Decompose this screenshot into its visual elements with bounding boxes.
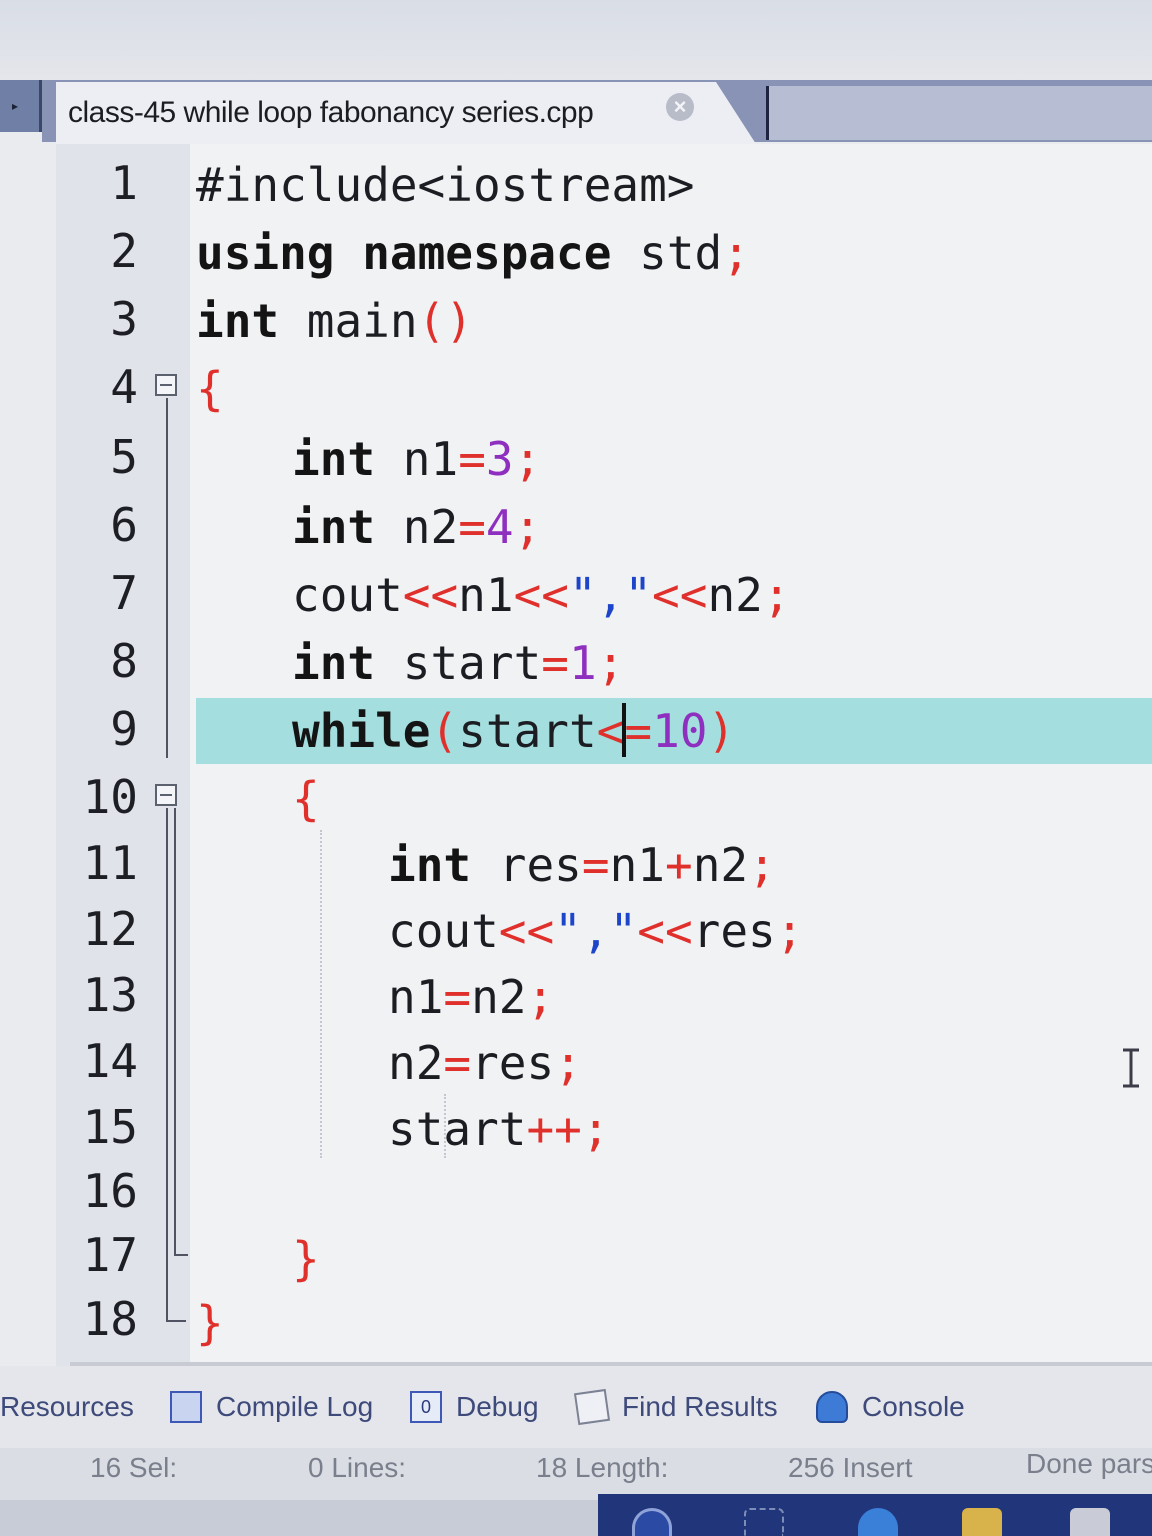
- panel-toggle-arrow-icon[interactable]: ▸: [0, 80, 42, 132]
- fold-guide-line: [166, 398, 168, 758]
- code-line-8: int start=1;: [292, 636, 625, 690]
- code-line-14: n2=res;: [388, 1036, 582, 1090]
- line-number: 7: [110, 566, 138, 620]
- code-line-10: {: [292, 772, 320, 826]
- code-line-6: int n2=4;: [292, 500, 542, 554]
- line-number: 17: [82, 1228, 138, 1282]
- code-line-11: int res=n1+n2;: [388, 838, 776, 892]
- text-cursor-ibeam-icon: [1123, 1048, 1139, 1088]
- tab-bar-empty-area: [766, 86, 1152, 140]
- code-line-5: int n1=3;: [292, 432, 542, 486]
- fold-guide-line: [174, 808, 176, 1256]
- line-number: 4: [110, 360, 138, 414]
- fold-toggle-icon[interactable]: [155, 784, 177, 806]
- debug-icon: 0: [410, 1391, 442, 1423]
- tab-resources[interactable]: Resources: [0, 1385, 134, 1429]
- line-number: 8: [110, 634, 138, 688]
- fold-toggle-icon[interactable]: [155, 374, 177, 396]
- fold-guide-line: [166, 808, 168, 1322]
- code-line-13: n1=n2;: [388, 970, 555, 1024]
- line-number: 12: [82, 902, 138, 956]
- code-line-4: {: [196, 362, 224, 416]
- line-number: 10: [82, 770, 138, 824]
- status-length: 18 Length:: [536, 1452, 669, 1483]
- compile-log-icon: [170, 1391, 202, 1423]
- line-number: 6: [110, 498, 138, 552]
- code-line-9: while(start<=10): [292, 703, 736, 758]
- task-view-icon[interactable]: [744, 1508, 784, 1536]
- tab-console[interactable]: Console: [816, 1385, 965, 1429]
- line-number: 14: [82, 1034, 138, 1088]
- line-number: 5: [110, 430, 138, 484]
- code-line-12: cout<<","<<res;: [388, 904, 804, 958]
- line-number: 13: [82, 968, 138, 1022]
- file-tab[interactable]: class-45 while loop fabonancy series.cpp: [56, 82, 756, 144]
- status-selection: 16 Sel:: [90, 1452, 178, 1483]
- file-explorer-taskbar-icon[interactable]: [962, 1508, 1002, 1536]
- tab-compile-log[interactable]: Compile Log: [170, 1385, 373, 1429]
- tab-find-results[interactable]: Find Results: [573, 1385, 778, 1429]
- window-top-strip: [0, 0, 1152, 80]
- line-number: 16: [82, 1164, 138, 1218]
- status-insert-mode: 256 Insert: [788, 1452, 913, 1483]
- close-tab-icon[interactable]: ×: [666, 93, 694, 121]
- line-number: 9: [110, 702, 138, 756]
- status-parsing: Done pars: [1026, 1448, 1152, 1479]
- code-line-1: #include<iostream>: [196, 158, 695, 212]
- file-tab-title: class-45 while loop fabonancy series.cpp: [68, 96, 594, 129]
- fold-end-tick: [174, 1254, 188, 1256]
- line-number: 11: [82, 836, 138, 890]
- line-number: 18: [82, 1292, 138, 1346]
- code-line-18: }: [196, 1296, 224, 1350]
- fold-end-tick: [166, 1320, 186, 1322]
- console-icon: [816, 1391, 848, 1423]
- code-line-2: using namespace std;: [196, 226, 750, 280]
- code-line-15: start++;: [388, 1102, 610, 1156]
- line-number: 1: [110, 156, 138, 210]
- code-line-3: int main(): [196, 294, 473, 348]
- store-taskbar-icon[interactable]: [1070, 1508, 1110, 1536]
- line-number: 2: [110, 224, 138, 278]
- status-lines: 0 Lines:: [308, 1452, 407, 1483]
- indent-guide: [320, 830, 322, 1158]
- line-number: 3: [110, 292, 138, 346]
- code-line-7: cout<<n1<<","<<n2;: [292, 568, 791, 622]
- line-number: 15: [82, 1100, 138, 1154]
- code-line-17: }: [292, 1232, 320, 1286]
- tab-debug[interactable]: 0 Debug: [410, 1385, 539, 1429]
- find-results-icon: [573, 1388, 611, 1426]
